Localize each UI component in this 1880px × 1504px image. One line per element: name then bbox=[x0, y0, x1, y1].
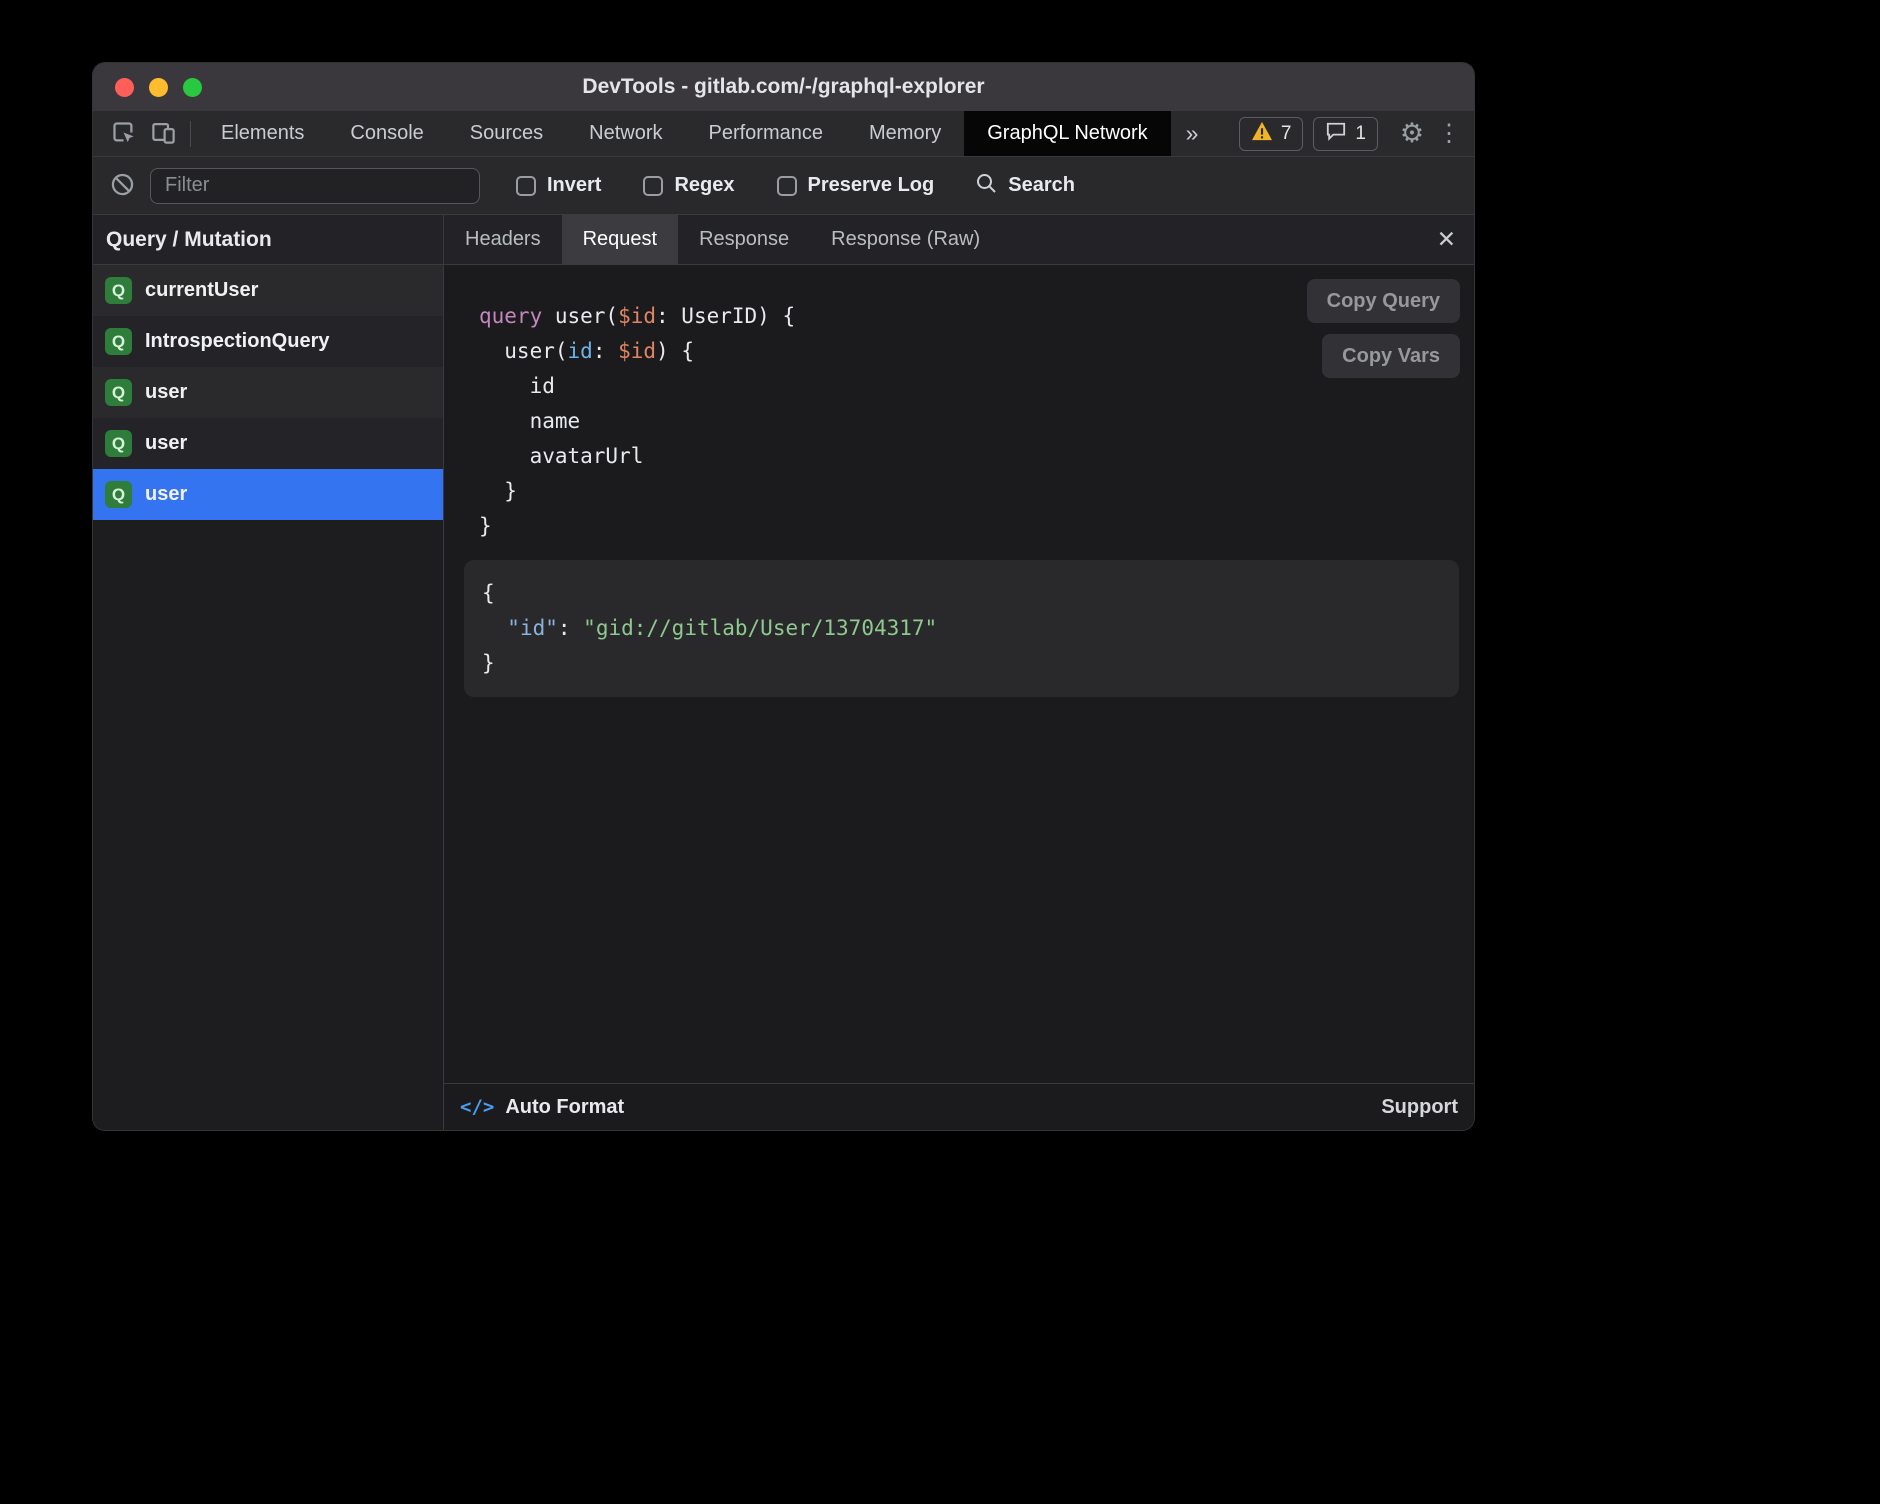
clear-button[interactable] bbox=[109, 171, 136, 201]
kebab-menu-icon[interactable]: ⋮ bbox=[1432, 111, 1466, 156]
query-type-badge: Q bbox=[105, 328, 132, 355]
tab-graphql-network[interactable]: GraphQL Network bbox=[964, 111, 1170, 156]
inspect-element-button[interactable] bbox=[103, 111, 143, 156]
checkbox-box[interactable] bbox=[643, 176, 663, 196]
variables-box: { "id": "gid://gitlab/User/13704317"} bbox=[464, 560, 1459, 697]
query-list-item[interactable]: Quser bbox=[93, 367, 443, 418]
code-line: name bbox=[479, 404, 1474, 439]
checkbox-box[interactable] bbox=[516, 176, 536, 196]
copy-query-button[interactable]: Copy Query bbox=[1307, 279, 1460, 323]
devtools-window: DevTools - gitlab.com/-/graphql-explorer bbox=[93, 63, 1474, 1130]
query-list-item[interactable]: Quser bbox=[93, 418, 443, 469]
support-link[interactable]: Support bbox=[1381, 1096, 1458, 1119]
inspect-cursor-icon bbox=[110, 119, 137, 149]
checkbox-box[interactable] bbox=[777, 176, 797, 196]
checkbox-label: Invert bbox=[547, 174, 601, 197]
query-name: IntrospectionQuery bbox=[145, 330, 329, 353]
device-toolbar-button[interactable] bbox=[143, 111, 183, 156]
query-name: user bbox=[145, 483, 187, 506]
zoom-window-button[interactable] bbox=[183, 78, 202, 97]
checkbox-preserve-log[interactable]: Preserve Log bbox=[777, 174, 935, 197]
query-list-item[interactable]: Quser bbox=[93, 469, 443, 520]
traffic-lights bbox=[115, 78, 202, 97]
filter-input[interactable] bbox=[150, 168, 480, 204]
code-line: { bbox=[482, 576, 1443, 611]
tab-network[interactable]: Network bbox=[566, 111, 685, 156]
detail-tab-headers[interactable]: Headers bbox=[444, 215, 562, 264]
checkbox-regex[interactable]: Regex bbox=[643, 174, 734, 197]
query-list: QcurrentUserQIntrospectionQueryQuserQuse… bbox=[93, 265, 443, 520]
code-line: } bbox=[479, 474, 1474, 509]
auto-format-button[interactable]: </> Auto Format bbox=[460, 1096, 624, 1119]
query-list-item[interactable]: Q IntrospectionQuery bbox=[93, 316, 443, 367]
devtools-tabbar: ElementsConsoleSourcesNetworkPerformance… bbox=[93, 111, 1474, 157]
graphql-variables-code: { "id": "gid://gitlab/User/13704317"} bbox=[482, 576, 1443, 681]
warning-icon bbox=[1251, 121, 1273, 147]
query-type-badge: Q bbox=[105, 379, 132, 406]
more-tabs-button[interactable]: » bbox=[1171, 111, 1214, 156]
tab-console[interactable]: Console bbox=[327, 111, 446, 156]
issues-count: 1 bbox=[1355, 123, 1366, 145]
checkbox-invert[interactable]: Invert bbox=[516, 174, 601, 197]
detail-tab-request[interactable]: Request bbox=[562, 215, 679, 264]
device-toolbar-icon bbox=[150, 119, 177, 149]
block-icon bbox=[109, 171, 136, 201]
warning-count: 7 bbox=[1281, 123, 1292, 145]
detail-tab-response[interactable]: Response bbox=[678, 215, 810, 264]
query-name: user bbox=[145, 432, 187, 455]
warnings-badge[interactable]: 7 bbox=[1239, 117, 1304, 151]
toolbar-divider bbox=[190, 121, 191, 147]
detail-tab-list: HeadersRequestResponseResponse (Raw) bbox=[444, 215, 1001, 264]
query-type-badge: Q bbox=[105, 481, 132, 508]
close-icon[interactable]: ✕ bbox=[1437, 226, 1456, 253]
checkbox-label: Regex bbox=[674, 174, 734, 197]
copy-vars-button[interactable]: Copy Vars bbox=[1322, 334, 1460, 378]
code-line: "id": "gid://gitlab/User/13704317" bbox=[482, 611, 1443, 646]
detail-tabbar: HeadersRequestResponseResponse (Raw) ✕ bbox=[444, 215, 1474, 265]
detail-footer: </> Auto Format Support bbox=[444, 1083, 1474, 1130]
detail-panel: HeadersRequestResponseResponse (Raw) ✕ C… bbox=[444, 215, 1474, 1130]
settings-gear-icon[interactable]: ⚙ bbox=[1392, 111, 1432, 156]
checkbox-label: Preserve Log bbox=[808, 174, 935, 197]
search-label: Search bbox=[1008, 174, 1075, 197]
tab-memory[interactable]: Memory bbox=[846, 111, 964, 156]
search-icon bbox=[974, 171, 998, 201]
filter-toolbar: Invert Regex Preserve Log Search bbox=[93, 157, 1474, 215]
query-name: user bbox=[145, 381, 187, 404]
devtools-tab-list: ElementsConsoleSourcesNetworkPerformance… bbox=[198, 111, 1171, 156]
code-brackets-icon: </> bbox=[460, 1096, 494, 1118]
request-content: Copy Query Copy Vars query user($id: Use… bbox=[444, 265, 1474, 1083]
issues-badge[interactable]: 1 bbox=[1313, 117, 1378, 151]
code-line: } bbox=[482, 646, 1443, 681]
close-window-button[interactable] bbox=[115, 78, 134, 97]
auto-format-label: Auto Format bbox=[505, 1096, 624, 1119]
sidebar-header: Query / Mutation bbox=[93, 215, 443, 265]
query-name: currentUser bbox=[145, 279, 258, 302]
filter-checkbox-group: Invert Regex Preserve Log bbox=[516, 174, 934, 197]
tab-sources[interactable]: Sources bbox=[447, 111, 566, 156]
copy-button-group: Copy Query Copy Vars bbox=[1307, 279, 1460, 378]
window-title: DevTools - gitlab.com/-/graphql-explorer bbox=[93, 75, 1474, 99]
detail-tab-response-raw[interactable]: Response (Raw) bbox=[810, 215, 1001, 264]
message-bubble-icon bbox=[1325, 121, 1347, 147]
main-split: Query / Mutation QcurrentUserQIntrospect… bbox=[93, 215, 1474, 1130]
tab-performance[interactable]: Performance bbox=[686, 111, 847, 156]
search-control[interactable]: Search bbox=[974, 171, 1075, 201]
window-titlebar: DevTools - gitlab.com/-/graphql-explorer bbox=[93, 63, 1474, 111]
tab-elements[interactable]: Elements bbox=[198, 111, 327, 156]
minimize-window-button[interactable] bbox=[149, 78, 168, 97]
query-type-badge: Q bbox=[105, 430, 132, 457]
query-sidebar: Query / Mutation QcurrentUserQIntrospect… bbox=[93, 215, 444, 1130]
query-list-item[interactable]: QcurrentUser bbox=[93, 265, 443, 316]
query-type-badge: Q bbox=[105, 277, 132, 304]
code-line: } bbox=[479, 509, 1474, 544]
code-line: avatarUrl bbox=[479, 439, 1474, 474]
